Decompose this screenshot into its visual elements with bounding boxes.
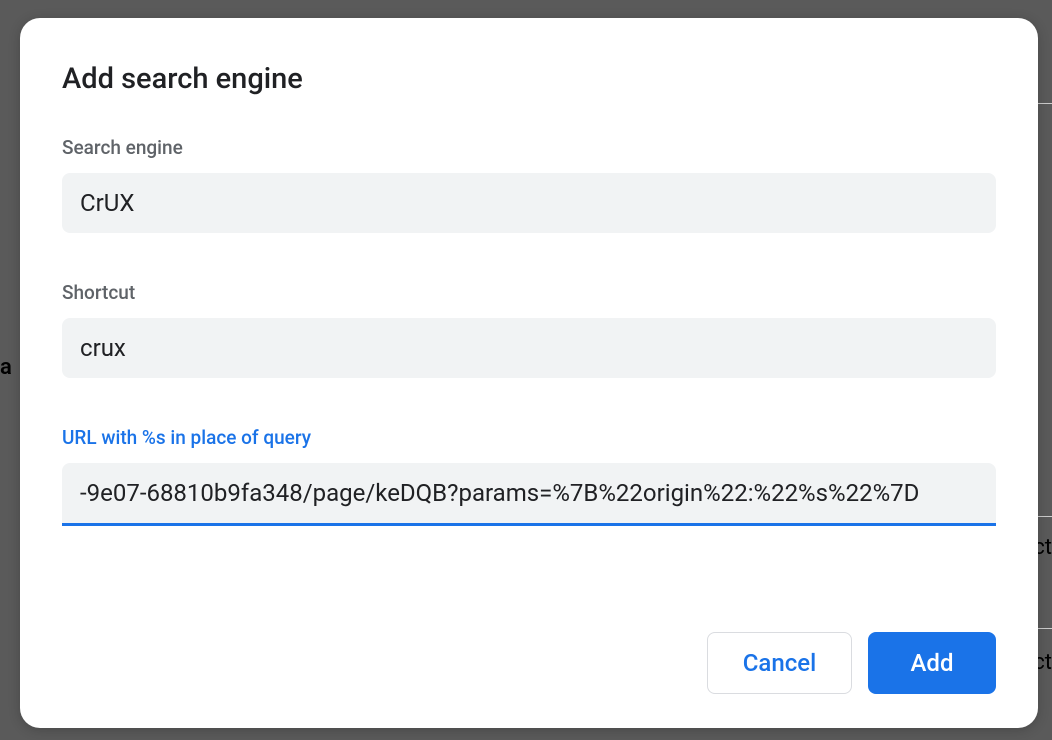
dialog-button-row: Cancel Add [62, 632, 996, 694]
search-engine-field-group: Search engine [62, 136, 996, 233]
shortcut-input[interactable] [62, 318, 996, 378]
cancel-button[interactable]: Cancel [707, 632, 852, 694]
background-text-left: a [0, 355, 12, 380]
url-label: URL with %s in place of query [62, 426, 996, 449]
search-engine-input[interactable] [62, 173, 996, 233]
search-engine-label: Search engine [62, 136, 996, 159]
add-search-engine-dialog: Add search engine Search engine Shortcut… [20, 18, 1038, 728]
add-button[interactable]: Add [868, 632, 996, 694]
url-field-group: URL with %s in place of query [62, 426, 996, 526]
shortcut-field-group: Shortcut [62, 281, 996, 378]
dialog-title: Add search engine [62, 62, 996, 96]
url-input[interactable] [62, 463, 996, 526]
shortcut-label: Shortcut [62, 281, 996, 304]
